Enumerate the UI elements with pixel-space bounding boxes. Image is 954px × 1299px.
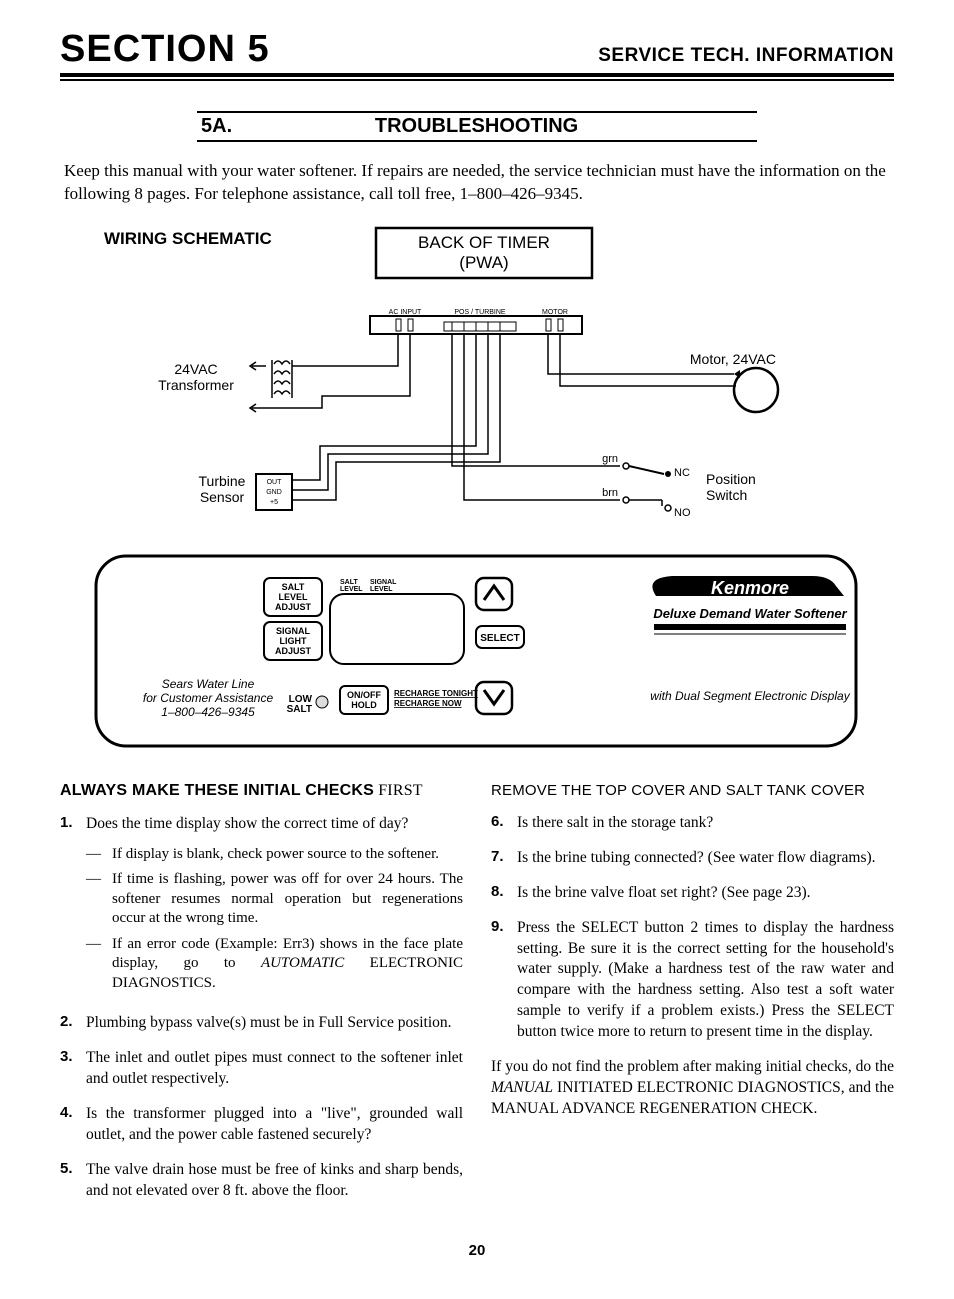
svg-text:Sears Water Line: Sears Water Line xyxy=(162,677,255,691)
check-item-7: 7.Is the brine tubing connected? (See wa… xyxy=(491,848,894,869)
svg-text:AC INPUT: AC INPUT xyxy=(389,309,422,316)
right-column: REMOVE THE TOP COVER AND SALT TANK COVER… xyxy=(491,782,894,1216)
check-item-2: 2.Plumbing bypass valve(s) must be in Fu… xyxy=(60,1013,463,1034)
svg-text:Turbine: Turbine xyxy=(199,473,246,489)
svg-text:brn: brn xyxy=(602,487,618,499)
svg-text:GND: GND xyxy=(266,489,282,496)
header-underline xyxy=(60,79,894,81)
check-item-9: 9.Press the SELECT button 2 times to dis… xyxy=(491,918,894,1044)
right-heading: REMOVE THE TOP COVER AND SALT TANK COVER xyxy=(491,782,894,799)
svg-text:LEVEL: LEVEL xyxy=(340,586,363,593)
left-heading: ALWAYS MAKE THESE INITIAL CHECKS FIRST xyxy=(60,782,463,800)
check-item-8: 8.Is the brine valve float set right? (S… xyxy=(491,883,894,904)
svg-text:with Dual Segment Electronic D: with Dual Segment Electronic Display xyxy=(650,689,850,703)
check-item-4: 4.Is the transformer plugged into a "liv… xyxy=(60,1104,463,1146)
svg-text:grn: grn xyxy=(602,453,618,465)
svg-text:+5: +5 xyxy=(270,499,278,506)
svg-text:SALT: SALT xyxy=(287,704,312,715)
initial-checks: ALWAYS MAKE THESE INITIAL CHECKS FIRST 1… xyxy=(60,782,894,1216)
page-header: SECTION 5 SERVICE TECH. INFORMATION xyxy=(60,28,894,77)
timer-line2: (PWA) xyxy=(459,253,508,272)
check-item-1: 1. Does the time display show the correc… xyxy=(60,814,463,999)
check-item-6: 6.Is there salt in the storage tank? xyxy=(491,813,894,834)
svg-text:Kenmore: Kenmore xyxy=(711,578,789,598)
svg-text:POS / TURBINE: POS / TURBINE xyxy=(454,309,506,316)
svg-text:RECHARGE NOW: RECHARGE NOW xyxy=(394,699,462,708)
svg-text:NO: NO xyxy=(674,507,691,519)
svg-text:SIGNAL: SIGNAL xyxy=(370,579,397,586)
left-column: ALWAYS MAKE THESE INITIAL CHECKS FIRST 1… xyxy=(60,782,463,1216)
svg-text:Deluxe Demand Water Softener: Deluxe Demand Water Softener xyxy=(653,606,847,621)
subheading-number: 5A. xyxy=(197,115,232,138)
svg-text:SALT: SALT xyxy=(282,582,305,592)
svg-text:SELECT: SELECT xyxy=(480,633,519,644)
svg-text:SALT: SALT xyxy=(340,579,358,586)
intro-paragraph: Keep this manual with your water softene… xyxy=(64,160,890,206)
svg-text:LEVEL: LEVEL xyxy=(370,586,393,593)
subheading-title: TROUBLESHOOTING xyxy=(232,115,721,138)
wiring-schematic: WIRING SCHEMATIC BACK OF TIMER (PWA) AC … xyxy=(60,226,894,756)
svg-text:LIGHT: LIGHT xyxy=(280,636,307,646)
section-title: SECTION 5 xyxy=(60,28,270,71)
timer-line1: BACK OF TIMER xyxy=(418,233,550,252)
transformer-label-2: Transformer xyxy=(158,377,234,393)
subheading-block: 5A. TROUBLESHOOTING xyxy=(197,111,757,142)
check-item-5: 5.The valve drain hose must be free of k… xyxy=(60,1160,463,1202)
transformer-label-1: 24VAC xyxy=(174,361,217,377)
svg-text:Motor, 24VAC: Motor, 24VAC xyxy=(690,351,776,367)
svg-text:for Customer Assistance: for Customer Assistance xyxy=(143,691,274,705)
svg-text:1–800–426–9345: 1–800–426–9345 xyxy=(161,705,255,719)
svg-text:Position: Position xyxy=(706,471,756,487)
svg-text:ADJUST: ADJUST xyxy=(275,602,312,612)
svg-text:Switch: Switch xyxy=(706,487,747,503)
svg-text:ON/OFF: ON/OFF xyxy=(347,690,381,700)
svg-text:LEVEL: LEVEL xyxy=(278,592,308,602)
svg-text:MOTOR: MOTOR xyxy=(542,309,568,316)
wiring-title: WIRING SCHEMATIC xyxy=(104,229,272,248)
svg-text:SIGNAL: SIGNAL xyxy=(276,626,311,636)
check-item-3: 3.The inlet and outlet pipes must connec… xyxy=(60,1048,463,1090)
svg-text:NC: NC xyxy=(674,467,690,479)
svg-text:Sensor: Sensor xyxy=(200,489,245,505)
section-subtitle: SERVICE TECH. INFORMATION xyxy=(598,45,894,67)
svg-text:ADJUST: ADJUST xyxy=(275,646,312,656)
page-number: 20 xyxy=(60,1242,894,1259)
svg-text:RECHARGE TONIGHT: RECHARGE TONIGHT xyxy=(394,689,478,698)
svg-text:HOLD: HOLD xyxy=(351,700,377,710)
svg-text:OUT: OUT xyxy=(267,479,283,486)
closing-paragraph: If you do not find the problem after mak… xyxy=(491,1057,894,1120)
